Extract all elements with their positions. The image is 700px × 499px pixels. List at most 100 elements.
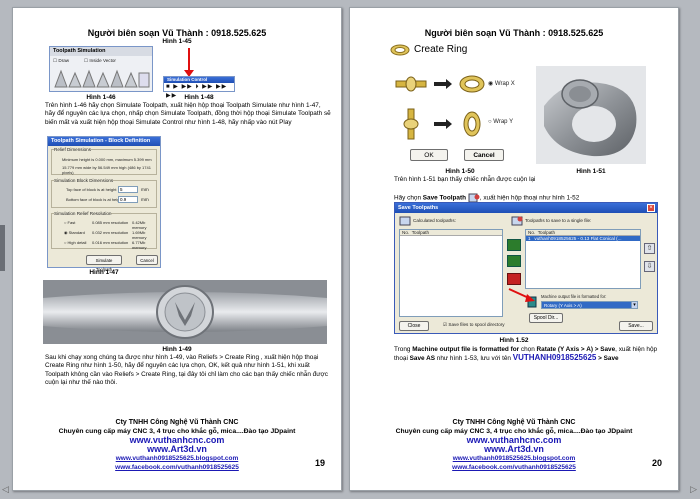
machine-value: Rotary (Y Axis > A) [544,303,582,308]
row-no: 1 [528,236,531,241]
add-arrow-icon[interactable] [507,239,521,251]
save-toolpaths-dialog: Save Toolpaths × Calculated toolpaths: T… [394,202,658,334]
chevron-down-icon[interactable]: ▾ [631,301,638,309]
col-no: No. [402,230,410,235]
group-label: Simulation Relief Resolution [54,211,112,216]
unit-label: mm [141,187,149,192]
figure-caption: Hình 1-49 [162,346,192,353]
red-arrow-icon [184,48,194,77]
top-face-input[interactable]: 5 [118,186,138,193]
next-page-arrow-icon[interactable]: ▷ [690,484,697,495]
add-all-arrow-icon[interactable] [507,255,521,267]
save-spool-checkbox[interactable]: ☑ Save files to spool directory [443,322,505,328]
wrap-illustrations [395,75,485,140]
paragraph-machine-output: Trong Machine output file is formatted f… [394,346,670,364]
side-scroll-tab[interactable] [0,225,5,271]
cancel-button[interactable]: Cancel [464,149,504,161]
ring-icon [390,44,410,56]
page-number: 20 [651,458,662,468]
fast-radio[interactable]: ○ Fast [64,220,75,225]
save-spool-label: Save files to spool directory [448,322,505,327]
wrap-y-radio[interactable]: ○ Wrap Y [488,119,513,125]
relief-resolution-group: Simulation Relief Resolution ○ Fast 0.08… [51,211,157,250]
toolpath-simulation-panel: Toolpath Simulation ☐ Draw ☐ Inside Vect… [49,46,153,92]
text-bold: Save AS [409,355,435,363]
ring-render-image [536,66,646,164]
footer-website-2[interactable]: www.Art3d.vn [13,445,341,454]
high-detail-radio[interactable]: ○ High detail [64,240,86,245]
fast-resolution: 0.085 mm resolution [92,220,129,225]
save-icon [511,216,523,226]
bottom-face-input[interactable]: 0.9 [118,196,138,203]
relief-render-image [43,280,327,344]
ok-button[interactable]: OK [410,149,448,161]
group-label: Simulation Block Dimensions [54,178,114,183]
machine-format-select[interactable]: Rotary (Y Axis > A) [541,301,637,309]
line-1-51: Trên hình 1-51 bạn thấy chiếc nhẫn được … [394,176,536,183]
footer-facebook-link[interactable]: www.facebook.com/vuthanh0918525625 [350,463,678,472]
table-row[interactable]: 1 vuthanh0918525625 - 0.13 Flat Conical … [526,236,640,241]
standard-memory: 1.69Mb memory [132,230,147,240]
row-name: vuthanh0918525625 - 0.13 Flat Conical (.… [534,236,622,241]
footer-blog-link[interactable]: www.vuthanh0918525625.blogspot.com [350,454,678,463]
high-resolution: 0.016 mm resolution [92,240,129,245]
figure-caption: Hình 1-51 [576,168,606,175]
move-down-icon[interactable]: ⇩ [644,261,655,272]
save-list[interactable]: No. Toolpath 1 vuthanh0918525625 - 0.13 … [525,229,641,289]
footer-facebook-link[interactable]: www.facebook.com/vuthanh0918525625 [13,463,341,472]
min-height-text: Minimum height is 0.000 mm, maximum 5.39… [62,157,152,162]
dialog-title: Save Toolpaths [395,203,657,213]
remove-arrow-icon[interactable] [507,273,521,285]
figure-caption: Hình 1-48 [184,94,214,101]
page-number: 19 [314,458,325,468]
col-no: No. [528,230,536,235]
prev-page-arrow-icon[interactable]: ◁ [2,484,9,495]
text-span: Trong [394,346,413,353]
machine-label: Machine output file is formatted for: [541,294,607,299]
figure-caption: Hình 1-50 [445,168,475,175]
fast-memory: 0.42Mb memory [132,220,147,230]
red-arrow-icon [508,288,535,302]
save-button[interactable]: Save... [619,321,653,331]
figure-caption: Hình 1.52 [499,337,529,344]
page-header: Người biên soạn Vũ Thành : 0918.525.625 [87,28,267,38]
simulation-tool-icons[interactable] [53,69,151,89]
text-span: chọn [519,346,537,353]
save-toolpath-label: Save Toolpath [422,194,466,202]
flat-ring-relief-icon [43,280,327,344]
text-span: Hãy chọn [394,194,423,202]
footer-website-2[interactable]: www.Art3d.vn [350,445,678,454]
figure-caption: Hình 1-45 [162,38,192,45]
relief-dimensions-group: Relief Dimensions Minimum height is 0.00… [51,147,157,175]
spool-dir-button[interactable]: Spool Dir... [529,313,563,323]
fast-label: Fast [67,220,76,225]
standard-resolution: 0.032 mm resolution [92,230,129,235]
move-up-icon[interactable]: ⇧ [644,243,655,254]
high-detail-label: High detail [67,240,87,245]
dialog-title: Toolpath Simulation - Block Definition [48,137,160,146]
inside-vector-label: Inside Vector [89,58,116,63]
unit-label: mm [141,197,149,202]
bottom-face-label: Bottom face of block is at height [66,197,123,202]
col-toolpath: Toolpath [411,230,430,235]
inside-vector-checkbox[interactable]: ☐ Inside Vector [84,58,116,64]
high-memory: 6.77Mb memory [132,240,147,250]
wrap-x-radio[interactable]: ◉ Wrap X [488,80,515,87]
rolled-ring-icon [536,66,646,164]
footer-blog-link[interactable]: www.vuthanh0918525625.blogspot.com [13,454,341,463]
close-button[interactable]: Close [399,321,429,331]
top-face-label: Top face of block is at height [66,187,117,192]
page-header: Người biên soạn Vũ Thành : 0918.525.625 [424,28,604,38]
cancel-button[interactable]: Cancel [136,255,158,265]
standard-radio[interactable]: ◉ Standard [64,230,85,235]
resolution-text: 15.779 mm wide by 56.549 mm high (486 by… [62,165,151,175]
col-toolpath: Toolpath [537,230,556,235]
paragraph-2: Sau khi chạy xong chúng ta được như hình… [45,354,328,387]
close-icon[interactable]: × [647,204,655,212]
list-header: No. Toolpath [400,230,502,236]
simulate-toolpath-button[interactable]: Simulate Toolpath [86,255,122,272]
simulation-control-panel: Simulation Control ■ ▶ ▶▶ ⏵ ▶▶ ▶▶ ▶▶ [163,76,235,99]
calculated-list[interactable]: No. Toolpath [399,229,503,317]
text-span: như hình 1-53, lưu với tên [434,355,513,363]
draw-checkbox[interactable]: ☐ Draw [53,58,69,64]
